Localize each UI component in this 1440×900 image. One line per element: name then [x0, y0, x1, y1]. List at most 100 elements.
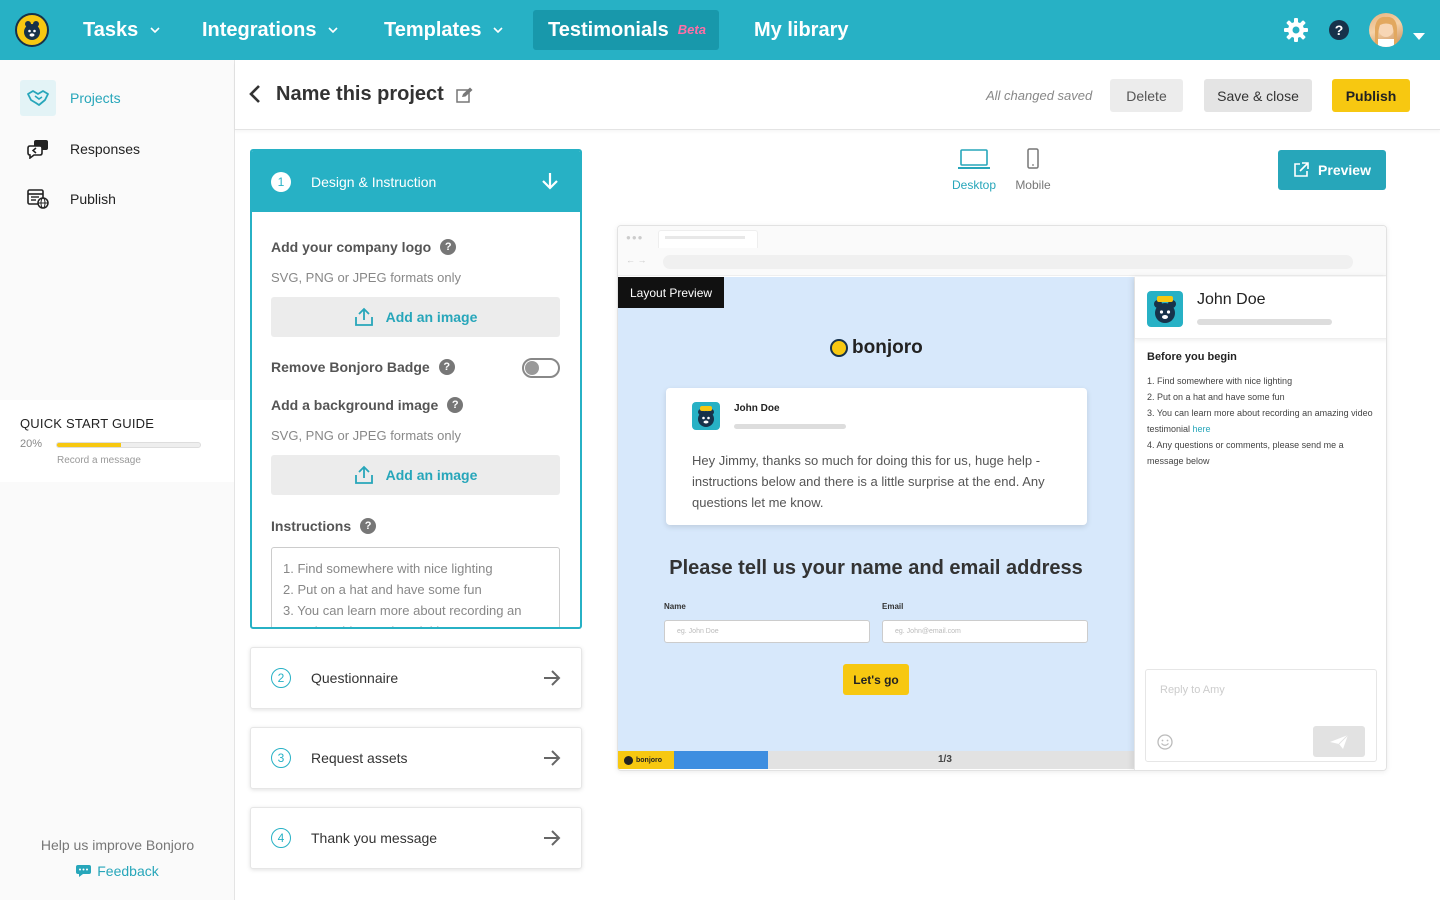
remove-badge-toggle[interactable] [522, 358, 560, 378]
nav-my-library[interactable]: My library [754, 0, 848, 60]
help-icon[interactable]: ? [438, 359, 455, 375]
save-close-button[interactable]: Save & close [1204, 79, 1312, 112]
logo-label-text: Add your company logo [271, 239, 432, 255]
brand-name: bonjoro [852, 337, 923, 358]
instructions-label: Instructions ? [271, 518, 377, 534]
edit-icon[interactable] [456, 87, 473, 108]
browser-toolbar: ●●● ← → [618, 226, 1386, 276]
nav-testimonials-label: Testimonials [548, 18, 669, 41]
gear-icon[interactable] [1283, 17, 1309, 48]
nav-testimonials[interactable]: Testimonials Beta [548, 0, 706, 60]
browser-tab [658, 230, 758, 248]
step-request-assets[interactable]: 3 Request assets [250, 727, 582, 789]
quick-start-progress-bar [56, 442, 201, 448]
window-dots-icon: ●●● [626, 233, 644, 242]
emoji-icon[interactable] [1157, 734, 1173, 755]
sidebar-item-projects[interactable]: Projects [20, 80, 121, 116]
upload-icon [354, 465, 373, 484]
instructions-label-text: Instructions [271, 518, 352, 534]
chat-contact-name: John Doe [1197, 291, 1266, 308]
logo-field-label: Add your company logo ? [271, 239, 457, 255]
form-title: Please tell us your name and email addre… [669, 557, 1083, 579]
quick-start-guide[interactable]: QUICK START GUIDE 20% Record a message [0, 400, 234, 482]
quick-start-subtitle: Record a message [57, 455, 141, 466]
nav-templates-label: Templates [384, 18, 482, 41]
add-logo-button[interactable]: Add an image [271, 297, 560, 337]
project-title[interactable]: Name this project [276, 83, 444, 106]
brand-logo: bonjoro [830, 337, 923, 359]
email-input[interactable]: eg. John@email.com [882, 620, 1088, 643]
chat-icon [20, 131, 56, 167]
delete-button[interactable]: Delete [1110, 79, 1183, 112]
background-hint: SVG, PNG or JPEG formats only [271, 428, 461, 443]
remove-badge-text: Remove Bonjoro Badge [271, 359, 430, 375]
step-header[interactable]: 1 Design & Instruction [252, 151, 580, 212]
step-title: Request assets [311, 750, 408, 766]
step-number: 3 [271, 748, 291, 768]
sidebar-item-label: Responses [70, 141, 141, 157]
avatar[interactable] [1369, 13, 1403, 47]
chevron-down-icon [328, 27, 339, 33]
chevron-down-icon[interactable] [1413, 27, 1425, 45]
upload-icon [354, 307, 373, 326]
instructions-textarea[interactable]: 1. Find somewhere with nice lighting 2. … [271, 547, 560, 627]
arrow-down-icon[interactable] [542, 172, 558, 195]
sidebar-item-publish[interactable]: Publish [20, 181, 116, 217]
background-field-label: Add a background image ? [271, 397, 464, 413]
instructions-list: 1. Find somewhere with nice lighting 2. … [1147, 373, 1379, 469]
logo-hint: SVG, PNG or JPEG formats only [271, 270, 461, 285]
quick-start-title: QUICK START GUIDE [20, 416, 155, 431]
list-item: 1. Find somewhere with nice lighting [1147, 376, 1293, 386]
send-button[interactable] [1313, 726, 1365, 757]
desktop-view-toggle[interactable]: Desktop [944, 146, 1004, 192]
help-improve-text: Help us improve Bonjoro [40, 837, 195, 853]
publish-button[interactable]: Publish [1332, 79, 1410, 112]
help-icon[interactable]: ? [440, 239, 457, 255]
mobile-icon [1027, 148, 1039, 169]
preview-footer: bonjoro 1/3 [618, 751, 1134, 769]
add-image-label: Add an image [385, 467, 478, 483]
step-title: Design & Instruction [311, 174, 437, 190]
name-input[interactable]: eg. John Doe [664, 620, 870, 643]
step-thank-you-message[interactable]: 4 Thank you message [250, 807, 582, 869]
page-indicator: 1/3 [938, 754, 952, 765]
browser-nav-arrows-icon: ← → [626, 255, 647, 265]
preview-button[interactable]: Preview [1278, 150, 1386, 190]
step-number: 4 [271, 828, 291, 848]
feedback-label: Feedback [97, 863, 159, 879]
here-link[interactable]: here [1193, 424, 1211, 434]
chat-panel: John Doe Before you begin 1. Find somewh… [1134, 277, 1386, 770]
save-status: All changed saved [986, 88, 1093, 103]
bonjoro-logo[interactable] [15, 13, 49, 47]
desktop-label: Desktop [951, 178, 997, 192]
add-image-label: Add an image [385, 309, 478, 325]
remove-badge-label: Remove Bonjoro Badge ? [271, 359, 455, 375]
help-icon[interactable]: ? [1329, 20, 1349, 45]
arrow-right-icon [543, 750, 561, 771]
chevron-down-icon [493, 27, 504, 33]
step-title: Thank you message [311, 830, 438, 846]
powered-by-badge: bonjoro [618, 751, 674, 769]
arrow-right-icon [543, 670, 561, 691]
help-icon[interactable]: ? [447, 397, 464, 413]
sidebar-item-label: Publish [70, 191, 116, 207]
left-sidebar: Projects Responses Publish QUICK START G… [0, 60, 235, 900]
bonjoro-logo-icon [830, 339, 848, 357]
step-questionnaire[interactable]: 2 Questionnaire [250, 647, 582, 709]
lets-go-button[interactable]: Let's go [843, 664, 909, 695]
nav-my-library-label: My library [754, 18, 849, 41]
add-background-button[interactable]: Add an image [271, 455, 560, 495]
help-icon[interactable]: ? [360, 518, 377, 534]
feedback-link[interactable]: Feedback [0, 863, 235, 879]
reply-placeholder: Reply to Amy [1160, 684, 1225, 696]
nav-tasks[interactable]: Tasks [83, 0, 160, 60]
sidebar-item-responses[interactable]: Responses [20, 131, 140, 167]
sidebar-item-label: Projects [70, 90, 121, 106]
back-arrow-icon[interactable] [249, 85, 261, 108]
nav-integrations[interactable]: Integrations [202, 0, 339, 60]
reply-input[interactable]: Reply to Amy [1145, 669, 1377, 762]
mobile-view-toggle[interactable]: Mobile [1003, 146, 1063, 192]
sender-name: John Doe [734, 403, 780, 414]
nav-templates[interactable]: Templates [384, 0, 504, 60]
chevron-down-icon [150, 27, 160, 33]
